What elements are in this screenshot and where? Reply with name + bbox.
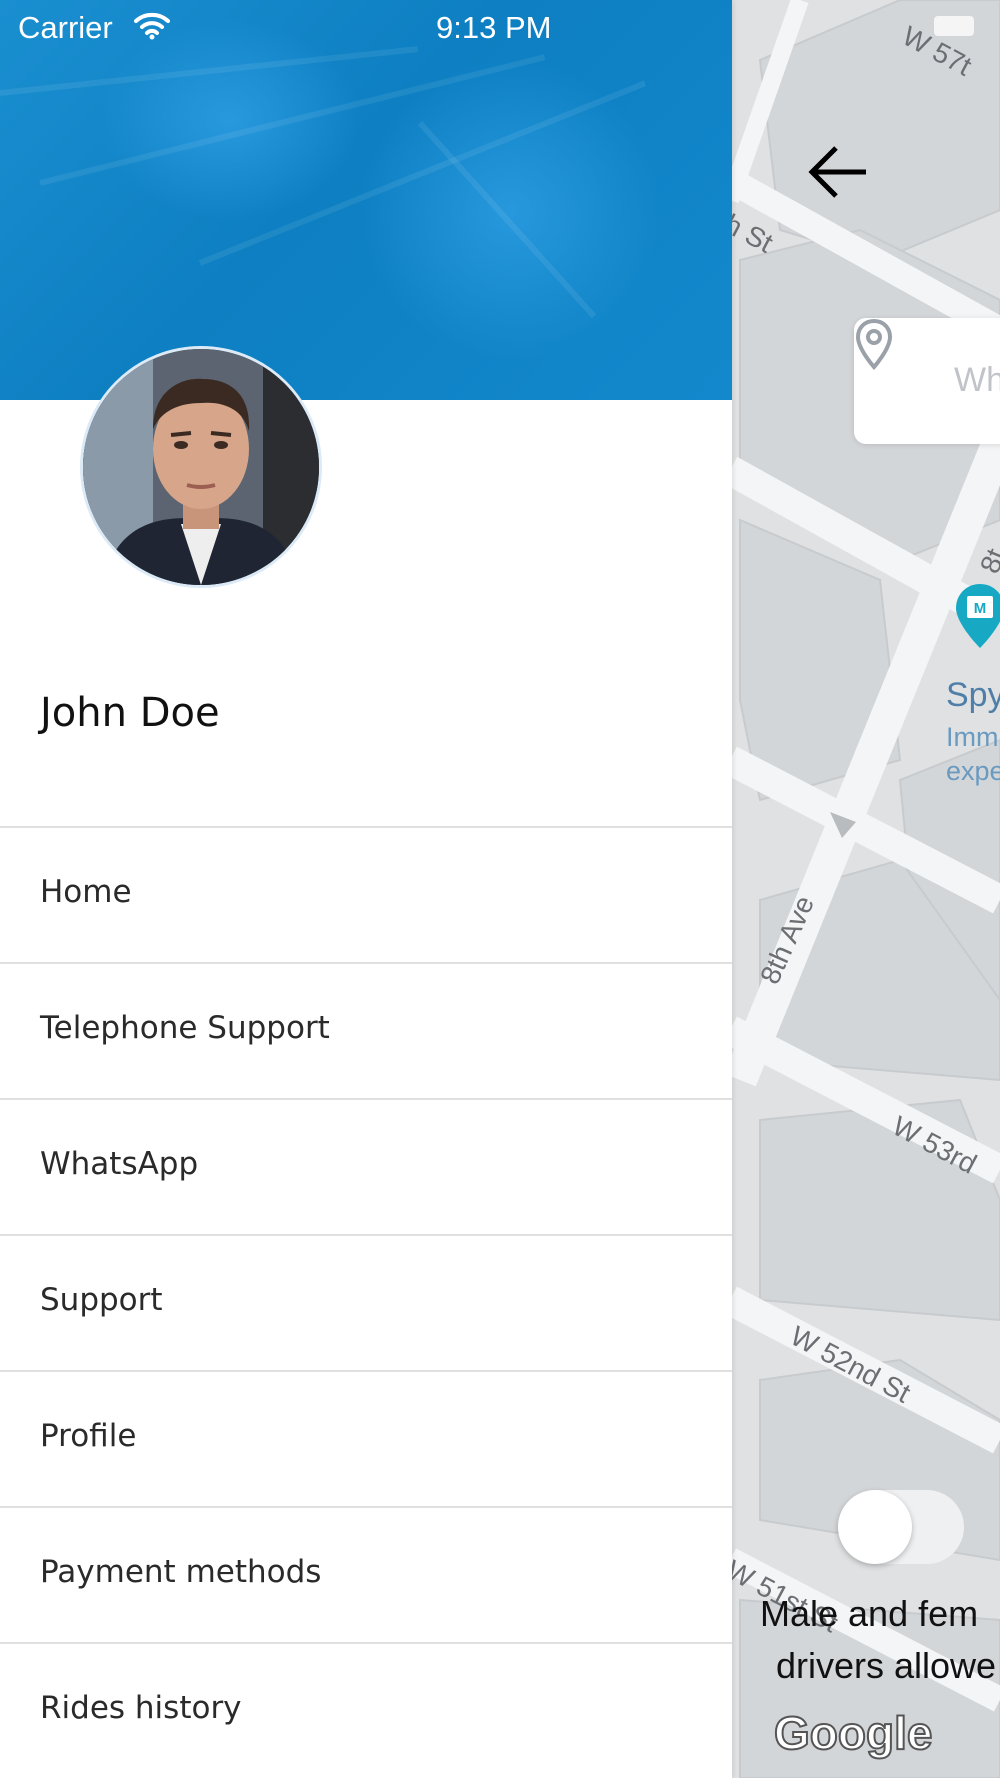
menu-item-label: Telephone Support — [40, 1010, 330, 1046]
toggle-caption-line1: Male and fem — [760, 1593, 979, 1634]
clock-time: 9:13 PM — [436, 10, 552, 45]
gender-preference-toggle[interactable] — [838, 1490, 964, 1564]
menu-item-home[interactable]: Home — [0, 828, 732, 964]
menu-item-rides-history[interactable]: Rides history — [0, 1644, 732, 1778]
user-name: John Doe — [40, 690, 220, 736]
poi-subtitle-line2: expe — [946, 756, 1000, 786]
menu-item-telephone-support[interactable]: Telephone Support — [0, 964, 732, 1100]
menu-item-label: Support — [40, 1282, 163, 1318]
toggle-caption-line2: drivers allowe — [776, 1645, 997, 1686]
avatar[interactable] — [80, 346, 322, 588]
destination-search-card[interactable] — [854, 318, 1000, 444]
poi-subtitle-line1: Imm — [946, 722, 999, 752]
menu-item-support[interactable]: Support — [0, 1236, 732, 1372]
museum-icon[interactable]: M — [954, 582, 1000, 652]
menu-item-label: Payment methods — [40, 1554, 322, 1590]
svg-text:M: M — [974, 600, 987, 617]
menu-item-whatsapp[interactable]: WhatsApp — [0, 1100, 732, 1236]
google-attribution-logo: Google — [773, 1706, 933, 1760]
poi-subtitle: Imm expe — [946, 720, 1000, 788]
wifi-icon — [134, 12, 170, 48]
location-pin-icon — [855, 318, 893, 370]
poi-title[interactable]: Spy — [946, 676, 1000, 715]
menu-item-payment-methods[interactable]: Payment methods — [0, 1508, 732, 1644]
toggle-caption: Male and fem drivers allowe — [760, 1588, 1000, 1692]
carrier-label: Carrier — [18, 10, 113, 45]
destination-search-input[interactable] — [954, 356, 1000, 404]
drawer-header-banner — [0, 0, 732, 400]
status-bar: Carrier 9:13 PM — [0, 0, 1000, 56]
menu-item-label: Profile — [40, 1418, 137, 1454]
navigation-drawer: John Doe Home Telephone Support WhatsApp… — [0, 0, 732, 1778]
menu-item-label: Home — [40, 874, 132, 910]
header-glow — [360, 60, 660, 360]
profile-photo — [83, 349, 319, 585]
back-button[interactable] — [808, 144, 880, 210]
drawer-menu: Home Telephone Support WhatsApp Support … — [0, 826, 732, 1778]
toggle-knob[interactable] — [838, 1490, 912, 1564]
arrow-left-icon — [808, 146, 866, 198]
menu-item-label: WhatsApp — [40, 1146, 199, 1182]
menu-item-label: Rides history — [40, 1690, 242, 1726]
menu-item-profile[interactable]: Profile — [0, 1372, 732, 1508]
